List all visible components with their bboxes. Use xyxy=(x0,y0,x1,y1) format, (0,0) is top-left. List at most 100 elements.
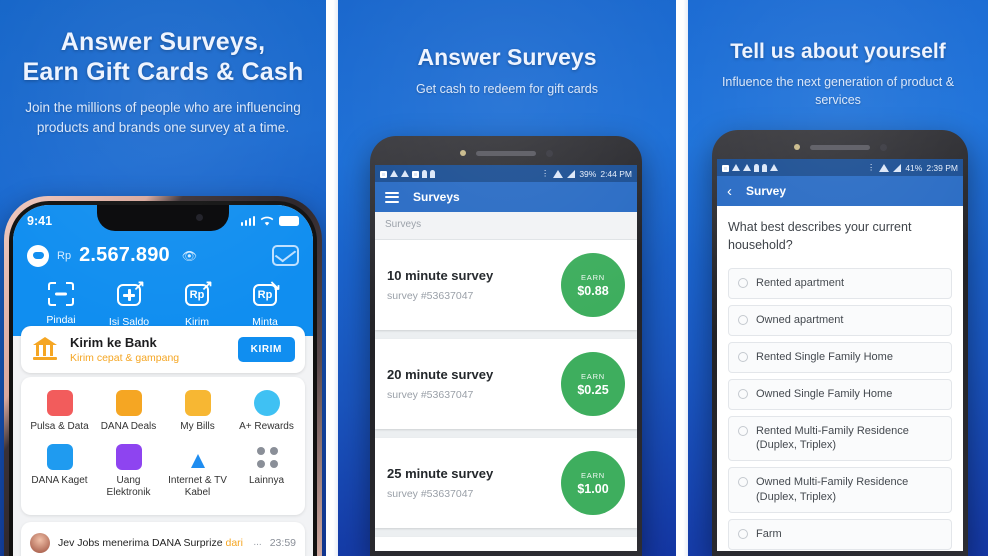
transaction-highlight: dari J xyxy=(225,536,245,549)
option-label: Rented Multi-Family Residence (Duplex, T… xyxy=(756,424,909,452)
services-grid: Pulsa & Data DANA Deals My Bills A+ Rewa… xyxy=(21,377,305,515)
eye-visibility-icon[interactable]: 👁 xyxy=(182,249,197,263)
request-rupiah-icon: Rp ↘ xyxy=(250,278,281,310)
option-row[interactable]: Owned Single Family Home xyxy=(728,378,952,410)
survey-id: survey #53637047 xyxy=(387,290,474,302)
signal-icon xyxy=(567,169,576,178)
earn-badge[interactable]: EARN $0.88 xyxy=(561,253,625,317)
radio-button-icon[interactable] xyxy=(738,388,748,399)
wifi-icon xyxy=(260,216,274,226)
survey-card[interactable]: 20 minute survey survey #53637047 EARN $… xyxy=(375,339,637,429)
answer-options: Rented apartment Owned apartment Rented … xyxy=(728,268,952,551)
earn-value: $1.00 xyxy=(577,481,609,496)
radio-button-icon[interactable] xyxy=(738,529,748,539)
iphone-notch xyxy=(97,205,229,231)
service-lainnya[interactable]: Lainnya xyxy=(232,439,301,505)
kirim-ke-bank-card[interactable]: Kirim ke Bank Kirim cepat & gampang KIRI… xyxy=(21,326,305,373)
quick-action-minta[interactable]: Rp ↘ Minta xyxy=(231,278,299,328)
bank-building-icon xyxy=(31,336,61,364)
location-pin-icon xyxy=(754,163,759,172)
earn-value: $0.25 xyxy=(577,382,609,397)
more-grid-icon xyxy=(254,444,280,470)
option-row[interactable]: Rented Multi-Family Residence (Duplex, T… xyxy=(728,415,952,462)
surveys-app-screen: ⋮ 39% 2:44 PM Surveys Surveys 10 minute … xyxy=(375,165,637,551)
left-panel-title: Answer Surveys, Earn Gift Cards & Cash xyxy=(14,28,312,87)
earpiece-speaker xyxy=(475,150,536,156)
service-dana-kaget[interactable]: DANA Kaget xyxy=(25,439,94,505)
service-a-plus-rewards[interactable]: A+ Rewards xyxy=(232,385,301,439)
battery-percent: 41% xyxy=(905,162,923,173)
left-panel-heading: Answer Surveys, Earn Gift Cards & Cash J… xyxy=(0,0,326,137)
earn-badge[interactable]: EARN $0.25 xyxy=(561,352,625,416)
status-left-icons xyxy=(380,169,435,178)
earpiece-speaker xyxy=(809,144,870,150)
earn-badge[interactable]: EARN $1.00 xyxy=(561,451,625,515)
radio-button-icon[interactable] xyxy=(738,477,748,488)
survey-card-partial[interactable] xyxy=(375,537,637,551)
transaction-time: 23:59 xyxy=(269,536,296,549)
screenshot-stage: Answer Surveys, Earn Gift Cards & Cash J… xyxy=(0,0,988,556)
radio-button-icon[interactable] xyxy=(738,278,748,289)
service-label: Pulsa & Data xyxy=(30,421,89,432)
right-panel-title: Tell us about yourself xyxy=(730,40,946,63)
panel-answer-surveys-earn: Answer Surveys, Earn Gift Cards & Cash J… xyxy=(0,0,326,556)
option-row[interactable]: Owned apartment xyxy=(728,305,952,336)
service-uang-elektronik[interactable]: Uang Elektronik xyxy=(94,439,163,505)
list-item[interactable]: Jev Jobs menerima DANA Surprize dari J .… xyxy=(30,529,296,556)
survey-card[interactable]: 10 minute survey survey #53637047 EARN $… xyxy=(375,240,637,330)
status-right-icons: ⋮ 41% 2:39 PM xyxy=(867,162,958,173)
survey-card-text: 20 minute survey survey #53637047 xyxy=(387,367,493,401)
e-money-card-icon xyxy=(115,443,142,470)
quick-action-pindai[interactable]: Pindai xyxy=(27,282,95,328)
surveys-app-bar: Surveys xyxy=(375,182,637,212)
panel-divider-right xyxy=(676,0,688,556)
hamburger-menu-icon[interactable] xyxy=(385,191,399,203)
survey-card-text: 25 minute survey survey #53637047 xyxy=(387,466,493,500)
services-row-1: Pulsa & Data DANA Deals My Bills A+ Rewa… xyxy=(25,385,301,439)
mail-envelope-icon[interactable] xyxy=(272,245,299,266)
quick-action-isi-saldo[interactable]: ↗ Isi Saldo xyxy=(95,278,163,328)
iphone-device-frame: 9:41 Rp 2.567.890 👁 Pindai ↗ Isi Saldo R… xyxy=(4,196,322,556)
middle-panel-subtitle: Get cash to redeem for gift cards xyxy=(415,82,599,97)
back-arrow-icon[interactable]: ‹ xyxy=(727,184,732,199)
radio-button-icon[interactable] xyxy=(738,315,748,326)
transaction-text: Jev Jobs menerima DANA Surprize dari J xyxy=(58,537,245,549)
option-row[interactable]: Rented apartment xyxy=(728,268,952,300)
bank-card-subtitle: Kirim cepat & gampang xyxy=(70,352,180,364)
location-pin-icon xyxy=(430,169,435,178)
radio-button-icon[interactable] xyxy=(738,425,748,436)
survey-card[interactable]: 25 minute survey survey #53637047 EARN $… xyxy=(375,438,637,528)
service-my-bills[interactable]: My Bills xyxy=(163,385,232,439)
front-camera-icon xyxy=(793,144,800,150)
bank-card-title: Kirim ke Bank xyxy=(70,335,157,350)
iphone-bezel: 9:41 Rp 2.567.890 👁 Pindai ↗ Isi Saldo R… xyxy=(9,201,317,556)
android-device-frame-survey: ⋮ 41% 2:39 PM ‹ Survey What best describ… xyxy=(712,130,968,556)
location-pin-icon xyxy=(422,169,427,178)
proximity-sensor-icon xyxy=(545,149,553,157)
bank-card-text: Kirim ke Bank Kirim cepat & gampang xyxy=(70,335,229,364)
front-camera-icon xyxy=(459,150,466,156)
right-panel-subtitle: Influence the next generation of product… xyxy=(721,74,955,107)
question-text: What best describes your current househo… xyxy=(728,220,912,253)
option-row[interactable]: Owned Multi-Family Residence (Duplex, Tr… xyxy=(728,467,952,513)
survey-id: survey #53637047 xyxy=(387,488,474,500)
gift-surprise-icon xyxy=(46,443,73,470)
phone-credit-icon xyxy=(46,390,73,416)
option-row[interactable]: Rented Single Family Home xyxy=(728,341,952,373)
radio-button-icon[interactable] xyxy=(738,351,748,362)
status-right-icons: ⋮ 39% 2:44 PM xyxy=(541,168,632,179)
service-label: A+ Rewards xyxy=(239,421,294,432)
middle-panel-heading: Answer Surveys Get cash to redeem for gi… xyxy=(338,0,676,98)
status-time: 2:39 PM xyxy=(926,162,958,173)
network-label: ⋮ xyxy=(866,162,876,172)
status-time: 9:41 xyxy=(27,214,53,228)
location-pin-icon xyxy=(762,163,767,172)
quick-action-kirim[interactable]: Rp ↗ Kirim xyxy=(163,278,231,328)
service-pulsa-data[interactable]: Pulsa & Data xyxy=(25,385,94,439)
ticket-deals-icon xyxy=(115,390,142,416)
kirim-button[interactable]: KIRIM xyxy=(237,337,295,362)
option-row[interactable]: Farm xyxy=(728,519,952,550)
service-dana-deals[interactable]: DANA Deals xyxy=(94,385,163,439)
service-internet-tv-kabel[interactable]: Internet & TV Kabel xyxy=(163,439,232,505)
notification-icon xyxy=(722,165,729,172)
